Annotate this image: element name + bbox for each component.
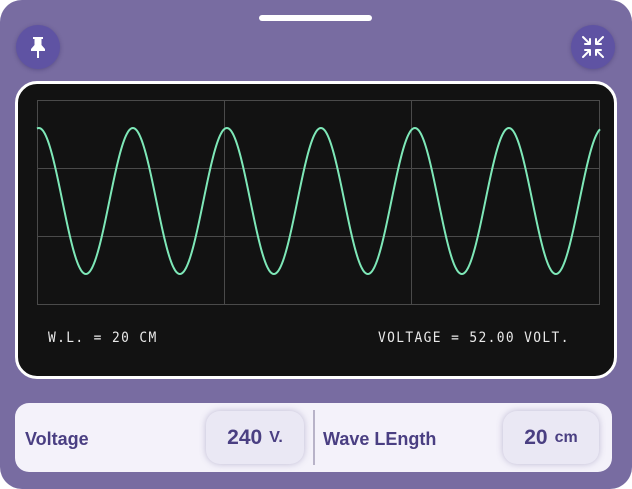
voltage-unit: V. [269,428,283,446]
wavelength-input[interactable]: 20 cm [503,411,599,464]
collapse-arrows-icon [580,34,606,60]
voltage-value: 240 [227,425,263,449]
panel-divider [313,410,315,465]
voltage-readout: VOLTAGE = 52.00 VOLT. [378,330,570,346]
wavelength-value: 20 [524,425,548,449]
app-window: W.L. = 20 CM VOLTAGE = 52.00 VOLT. Volta… [0,0,632,489]
wavelength-unit: cm [554,428,578,446]
sine-wave-trace [36,126,601,276]
collapse-button[interactable] [571,25,615,69]
voltage-label: Voltage [25,429,89,449]
pin-button[interactable] [16,25,60,69]
oscilloscope-screen: W.L. = 20 CM VOLTAGE = 52.00 VOLT. [15,81,617,379]
control-panel: Voltage 240 V. Wave LEngth 20 cm [15,403,612,472]
pin-icon [27,35,49,59]
wavelength-label: Wave LEngth [323,429,437,449]
drag-handle[interactable] [259,15,372,21]
oscilloscope-grid [37,100,600,305]
voltage-input[interactable]: 240 V. [206,411,304,464]
wavelength-readout: W.L. = 20 CM [48,330,158,346]
